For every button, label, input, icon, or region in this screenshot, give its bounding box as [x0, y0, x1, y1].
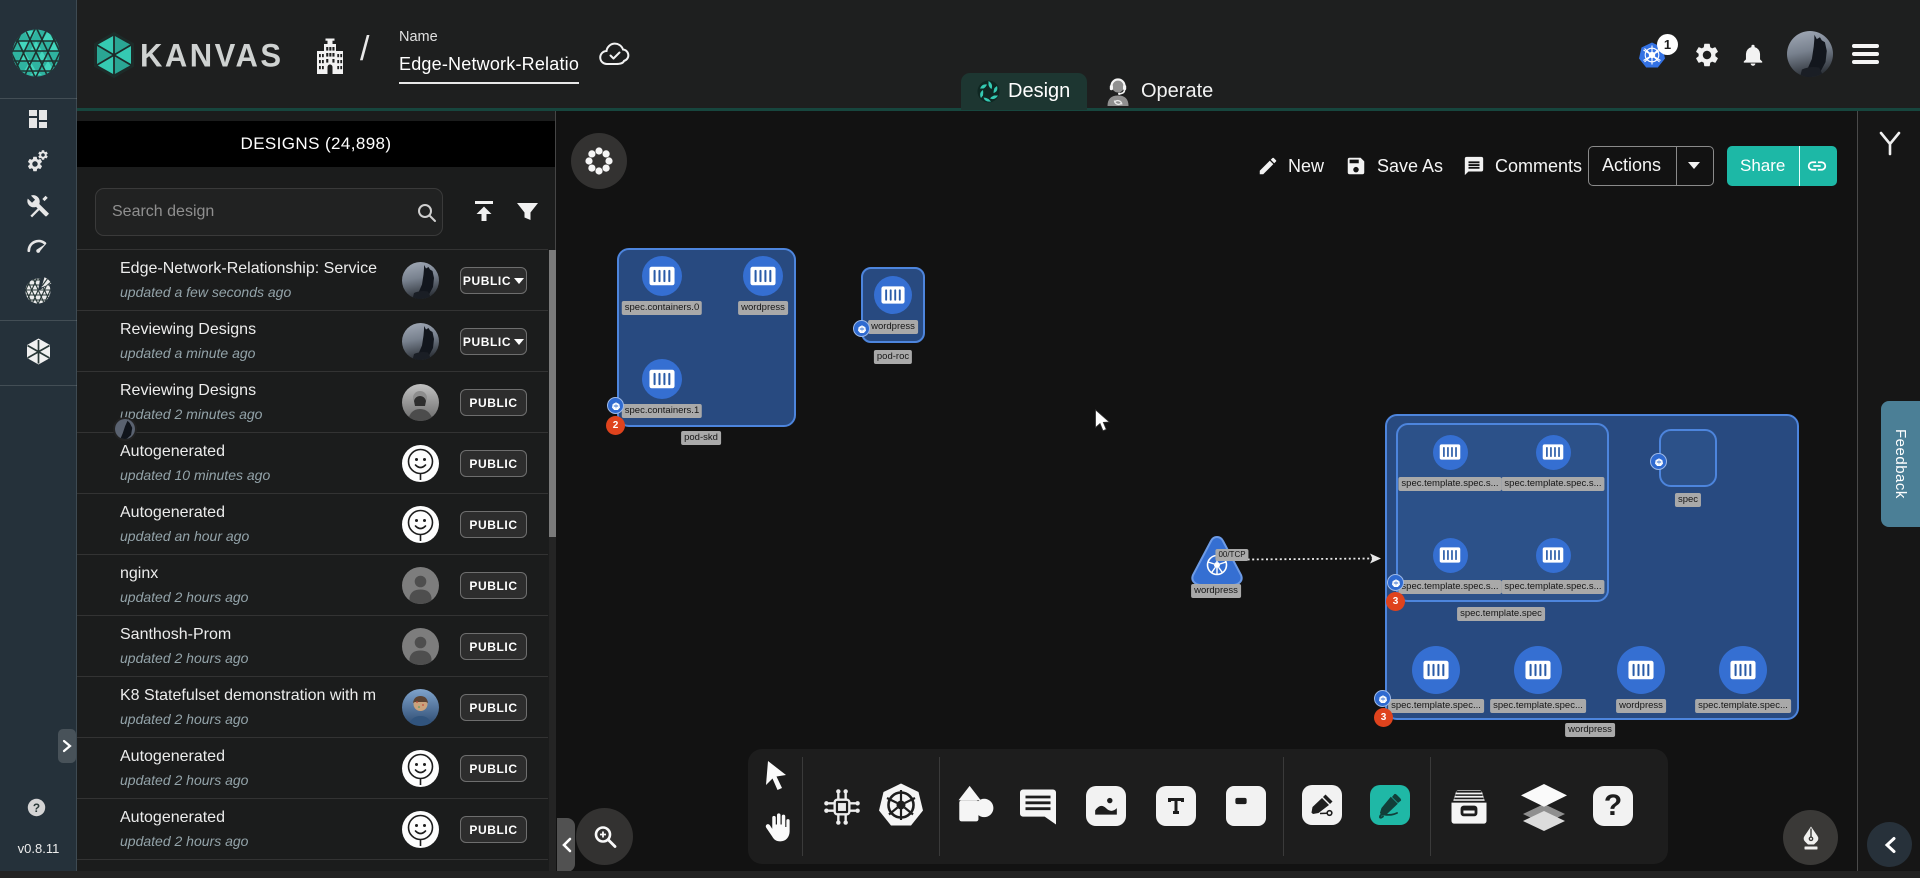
svg-text:?: ? [33, 801, 40, 815]
